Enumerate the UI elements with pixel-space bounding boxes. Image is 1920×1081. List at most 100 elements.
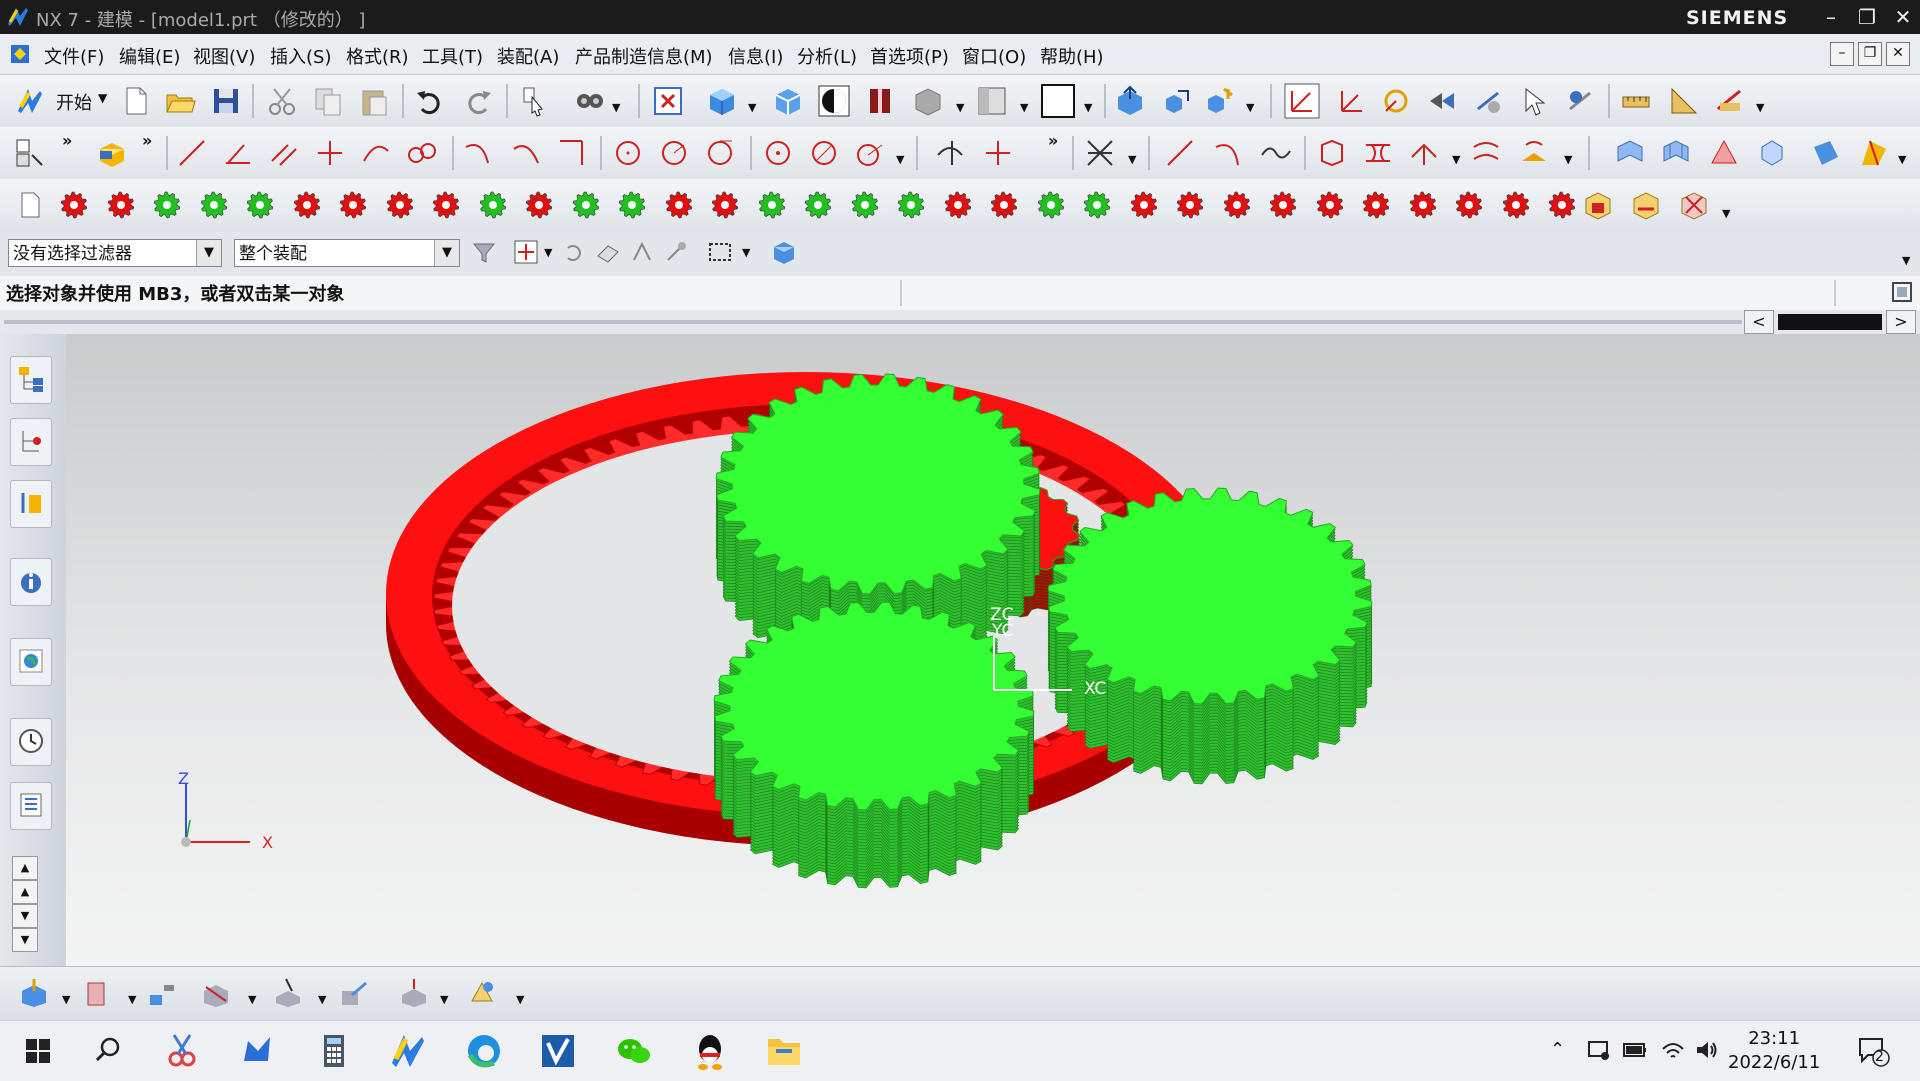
wcs-display-icon[interactable] [1564, 85, 1596, 117]
dropdown-icon[interactable]: ▼ [748, 101, 756, 114]
undo-selection-icon[interactable] [560, 238, 588, 266]
calculator-icon[interactable] [310, 1029, 358, 1073]
part-icon[interactable] [96, 137, 128, 169]
measure-distance-icon[interactable] [1620, 85, 1652, 117]
explorer-icon[interactable] [760, 1029, 808, 1073]
save-icon[interactable] [210, 85, 242, 117]
ring-seal-icon[interactable] [1500, 189, 1532, 221]
rectangle-select-icon[interactable] [706, 238, 734, 266]
dropdown-icon[interactable]: ▼ [956, 101, 964, 114]
new-file-icon[interactable] [120, 85, 152, 117]
measure-body-icon[interactable] [1714, 85, 1746, 117]
dropdown-icon[interactable]: ▼ [1756, 101, 1764, 114]
volume-icon[interactable] [1694, 1037, 1720, 1063]
dropdown-icon[interactable]: ▼ [318, 993, 326, 1006]
sprocket-icon[interactable] [756, 189, 788, 221]
trim-body-icon[interactable] [272, 977, 304, 1009]
component-array-icon[interactable] [1204, 85, 1236, 117]
spline-gear-icon[interactable] [291, 189, 323, 221]
wcs-dynamics-icon[interactable] [1284, 83, 1320, 119]
close-button[interactable]: ✕ [1888, 3, 1918, 31]
open-folder-icon[interactable] [164, 85, 196, 117]
snap-point-icon[interactable] [512, 238, 540, 266]
circle-three-point-icon[interactable] [658, 137, 690, 169]
lasso-icon[interactable] [662, 238, 690, 266]
scroll-thumb[interactable] [1778, 314, 1882, 330]
wireframe-view-icon[interactable] [912, 85, 944, 117]
paste-icon[interactable] [358, 85, 390, 117]
clock[interactable]: 23:11 2022/6/11 [1728, 1027, 1820, 1075]
worm-gear-icon[interactable] [616, 189, 648, 221]
timing-gear-icon[interactable] [802, 189, 834, 221]
menu-analysis[interactable]: 分析(L) [797, 43, 857, 69]
menu-assembly[interactable]: 装配(A) [497, 43, 559, 69]
menu-pmi[interactable]: 产品制造信息(M) [575, 43, 713, 69]
restore-button[interactable]: ❐ [1852, 3, 1882, 31]
through-mesh-icon[interactable] [1660, 137, 1692, 169]
select-pointer-icon[interactable] [1518, 85, 1550, 117]
wcs-rotate-icon[interactable] [1380, 85, 1412, 117]
toolbar-overflow-icon[interactable]: » [142, 131, 152, 150]
face-gear-icon[interactable] [1081, 189, 1113, 221]
menu-insert[interactable]: 插入(S) [270, 43, 331, 69]
dropdown-icon[interactable]: ▼ [1452, 153, 1460, 166]
meeting-icon[interactable] [1586, 1037, 1612, 1063]
battery-icon[interactable] [1622, 1039, 1648, 1061]
line-icon[interactable] [176, 137, 208, 169]
roller-gear-icon[interactable] [1128, 189, 1160, 221]
cylinder-gear-icon[interactable] [105, 189, 137, 221]
arc-three-point-icon[interactable] [510, 137, 542, 169]
gear-assembly-icon[interactable] [523, 189, 555, 221]
disc-gear-icon[interactable] [1453, 189, 1485, 221]
assembly-navigator-icon[interactable] [1582, 189, 1614, 221]
offset-curve-icon[interactable] [1470, 137, 1502, 169]
basic-spline-icon[interactable] [1260, 137, 1292, 169]
menu-window[interactable]: 窗口(O) [962, 43, 1026, 69]
filter-settings-icon[interactable] [470, 238, 498, 266]
menu-file[interactable]: 文件(F) [44, 43, 104, 69]
dropdown-icon[interactable]: ▼ [1722, 207, 1730, 220]
dropdown-icon[interactable]: ▼ [1898, 153, 1906, 166]
qq-icon[interactable] [686, 1029, 734, 1073]
planet-carrier-icon[interactable] [477, 189, 509, 221]
redo-icon[interactable] [462, 85, 494, 117]
assembly-navigator-tab[interactable] [10, 356, 52, 404]
dropdown-icon[interactable]: ▼ [896, 153, 904, 166]
doc-minimize-button[interactable]: – [1830, 42, 1854, 66]
system-materials-tab[interactable] [10, 782, 52, 830]
intersection-curve-icon[interactable] [1084, 137, 1116, 169]
wheel-gear-icon[interactable] [988, 189, 1020, 221]
swept-icon[interactable] [1708, 137, 1740, 169]
dropdown-icon[interactable]: ▼ [1128, 153, 1136, 166]
pulley-gear-icon[interactable] [1360, 189, 1392, 221]
pattern-icon[interactable] [398, 977, 430, 1009]
wifi-icon[interactable] [1660, 1037, 1686, 1063]
sector-gear-icon[interactable] [1174, 189, 1206, 221]
trim-icon[interactable] [934, 137, 966, 169]
synchronous-modeling-icon[interactable] [466, 977, 498, 1009]
arc-tangent-icon[interactable] [360, 137, 392, 169]
ring-gear-icon[interactable] [198, 189, 230, 221]
planet-gear-right[interactable] [1047, 487, 1373, 785]
assembly-icon[interactable] [1160, 85, 1192, 117]
menu-preferences[interactable]: 首选项(P) [870, 43, 949, 69]
arc-icon[interactable] [462, 137, 494, 169]
wcs-orient-icon[interactable] [1426, 85, 1458, 117]
wcs-origin-icon[interactable] [1336, 85, 1368, 117]
fill-surface-icon[interactable] [1858, 137, 1890, 169]
constraint-icon[interactable] [1630, 189, 1662, 221]
dropdown-icon[interactable]: ▼ [1246, 101, 1254, 114]
move-component-icon[interactable] [1114, 85, 1146, 117]
web-browser-tab[interactable] [10, 638, 52, 686]
scroll-bottom-button[interactable]: ▼ [12, 928, 38, 952]
shaded-view-icon[interactable] [706, 85, 738, 117]
spline-icon[interactable] [406, 137, 438, 169]
dropdown-icon[interactable]: ▼ [248, 993, 256, 1006]
circle-point-icon[interactable] [854, 137, 886, 169]
chevron-down-icon[interactable]: ▼ [434, 240, 459, 266]
eraser-icon[interactable] [594, 238, 622, 266]
feature-edit-icon[interactable] [338, 977, 370, 1009]
dropdown-icon[interactable]: ▼ [544, 246, 552, 259]
star-gear-icon[interactable] [942, 189, 974, 221]
copy-icon[interactable] [312, 85, 344, 117]
